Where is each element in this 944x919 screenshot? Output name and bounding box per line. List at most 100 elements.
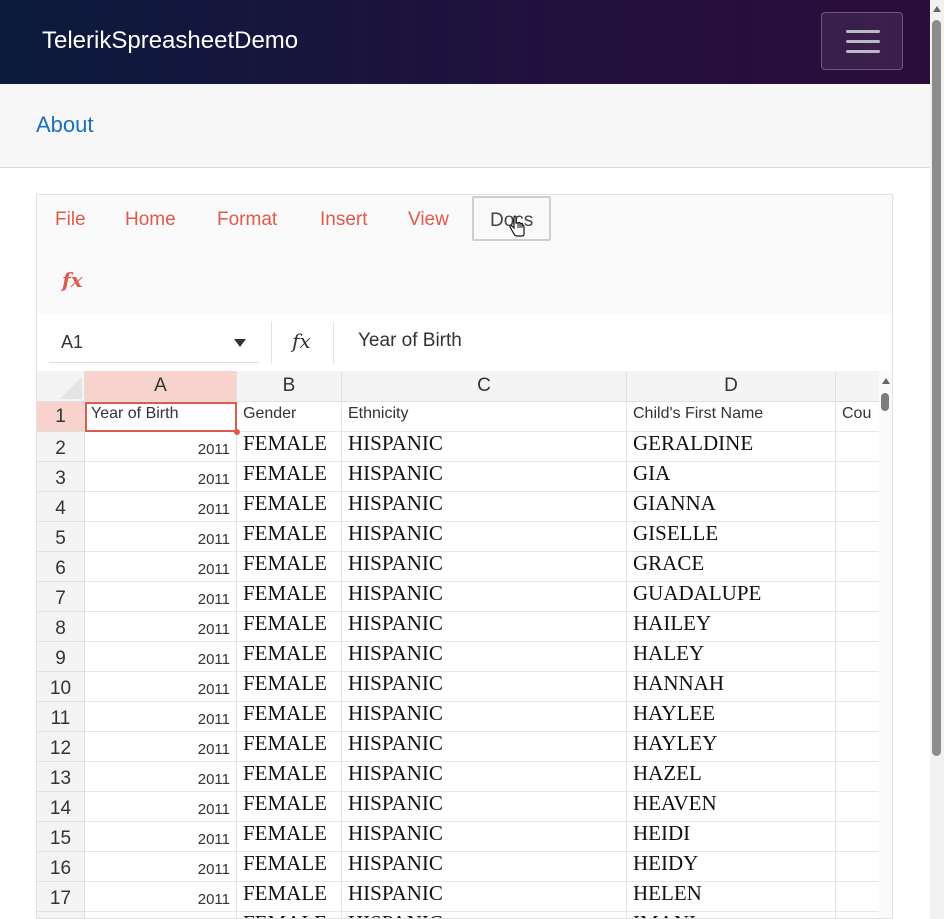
row-header-9[interactable]: 9 (37, 642, 85, 672)
cell-d13[interactable]: HAZEL (627, 762, 836, 792)
row-header-2[interactable]: 2 (37, 432, 85, 462)
row-header-17[interactable]: 17 (37, 882, 85, 912)
cell-b6[interactable]: FEMALE (237, 552, 342, 582)
menu-view[interactable]: View (408, 209, 449, 231)
row-header-8[interactable]: 8 (37, 612, 85, 642)
column-header-d[interactable]: D (627, 371, 836, 402)
cell-b8[interactable]: FEMALE (237, 612, 342, 642)
cell-a9[interactable]: 2011 (85, 642, 237, 672)
row-header-16[interactable]: 16 (37, 852, 85, 882)
cell-b1[interactable]: Gender (237, 402, 342, 432)
cell-b18[interactable]: FEMALE (237, 912, 342, 918)
cell-e14[interactable] (836, 792, 879, 822)
cell-d15[interactable]: HEIDI (627, 822, 836, 852)
cell-a17[interactable]: 2011 (85, 882, 237, 912)
row-header-10[interactable]: 10 (37, 672, 85, 702)
cell-c18[interactable]: HISPANIC (342, 912, 627, 918)
insert-function-icon[interactable]: fx (62, 268, 83, 292)
column-header-c[interactable]: C (342, 371, 627, 402)
cell-b14[interactable]: FEMALE (237, 792, 342, 822)
cell-e4[interactable] (836, 492, 879, 522)
cell-a4[interactable]: 2011 (85, 492, 237, 522)
fill-handle[interactable] (234, 429, 240, 435)
row-header-5[interactable]: 5 (37, 522, 85, 552)
cell-a3[interactable]: 2011 (85, 462, 237, 492)
cell-d2[interactable]: GERALDINE (627, 432, 836, 462)
cell-d14[interactable]: HEAVEN (627, 792, 836, 822)
row-header-7[interactable]: 7 (37, 582, 85, 612)
cell-a18[interactable]: 2011 (85, 912, 237, 918)
cell-e13[interactable] (836, 762, 879, 792)
menu-toggle-button[interactable] (821, 12, 903, 70)
cell-a7[interactable]: 2011 (85, 582, 237, 612)
cell-c11[interactable]: HISPANIC (342, 702, 627, 732)
cell-e11[interactable] (836, 702, 879, 732)
cell-d10[interactable]: HANNAH (627, 672, 836, 702)
cell-a8[interactable]: 2011 (85, 612, 237, 642)
name-box[interactable]: A1 (49, 322, 259, 363)
cell-c17[interactable]: HISPANIC (342, 882, 627, 912)
cell-a5[interactable]: 2011 (85, 522, 237, 552)
cell-a10[interactable]: 2011 (85, 672, 237, 702)
menu-insert[interactable]: Insert (320, 209, 368, 231)
cell-e8[interactable] (836, 612, 879, 642)
sheet-scrollbar[interactable] (879, 371, 892, 918)
cell-d9[interactable]: HALEY (627, 642, 836, 672)
cell-b15[interactable]: FEMALE (237, 822, 342, 852)
cell-d1[interactable]: Child's First Name (627, 402, 836, 432)
cell-d16[interactable]: HEIDY (627, 852, 836, 882)
cell-b5[interactable]: FEMALE (237, 522, 342, 552)
cell-c4[interactable]: HISPANIC (342, 492, 627, 522)
cell-a16[interactable]: 2011 (85, 852, 237, 882)
row-header-15[interactable]: 15 (37, 822, 85, 852)
cell-d17[interactable]: HELEN (627, 882, 836, 912)
cell-c8[interactable]: HISPANIC (342, 612, 627, 642)
cell-b4[interactable]: FEMALE (237, 492, 342, 522)
cell-b3[interactable]: FEMALE (237, 462, 342, 492)
sheet-scrollbar-thumb[interactable] (881, 393, 889, 411)
cell-a11[interactable]: 2011 (85, 702, 237, 732)
cell-e2[interactable] (836, 432, 879, 462)
cell-c9[interactable]: HISPANIC (342, 642, 627, 672)
menu-home[interactable]: Home (125, 209, 176, 231)
row-header-14[interactable]: 14 (37, 792, 85, 822)
column-header-b[interactable]: B (237, 371, 342, 402)
sheet-grid[interactable]: A B C D 1 Year of Birth Gender Ethnicity… (37, 371, 879, 918)
menu-file[interactable]: File (55, 209, 86, 231)
cell-e15[interactable] (836, 822, 879, 852)
cell-d18[interactable]: IMANI (627, 912, 836, 918)
cell-d8[interactable]: HAILEY (627, 612, 836, 642)
cell-a15[interactable]: 2011 (85, 822, 237, 852)
cell-e7[interactable] (836, 582, 879, 612)
formula-input[interactable]: Year of Birth (358, 330, 462, 352)
cell-c1[interactable]: Ethnicity (342, 402, 627, 432)
cell-b13[interactable]: FEMALE (237, 762, 342, 792)
cell-c14[interactable]: HISPANIC (342, 792, 627, 822)
cell-b11[interactable]: FEMALE (237, 702, 342, 732)
row-header-13[interactable]: 13 (37, 762, 85, 792)
cell-c13[interactable]: HISPANIC (342, 762, 627, 792)
cell-b10[interactable]: FEMALE (237, 672, 342, 702)
cell-b16[interactable]: FEMALE (237, 852, 342, 882)
page-scrollbar-thumb[interactable] (932, 20, 941, 756)
cell-b7[interactable]: FEMALE (237, 582, 342, 612)
cell-e6[interactable] (836, 552, 879, 582)
row-header-12[interactable]: 12 (37, 732, 85, 762)
cell-e5[interactable] (836, 522, 879, 552)
cell-c16[interactable]: HISPANIC (342, 852, 627, 882)
row-header-1[interactable]: 1 (37, 402, 85, 432)
cell-e12[interactable] (836, 732, 879, 762)
cell-b2[interactable]: FEMALE (237, 432, 342, 462)
column-header-e[interactable] (836, 371, 879, 402)
cell-e9[interactable] (836, 642, 879, 672)
cell-a6[interactable]: 2011 (85, 552, 237, 582)
cell-a13[interactable]: 2011 (85, 762, 237, 792)
cell-d6[interactable]: GRACE (627, 552, 836, 582)
brand-title[interactable]: TelerikSpreasheetDemo (42, 27, 298, 55)
cell-e1[interactable]: Cou (836, 402, 879, 432)
cell-d3[interactable]: GIA (627, 462, 836, 492)
cell-d7[interactable]: GUADALUPE (627, 582, 836, 612)
column-header-a[interactable]: A (85, 371, 237, 402)
cell-e16[interactable] (836, 852, 879, 882)
cell-c3[interactable]: HISPANIC (342, 462, 627, 492)
